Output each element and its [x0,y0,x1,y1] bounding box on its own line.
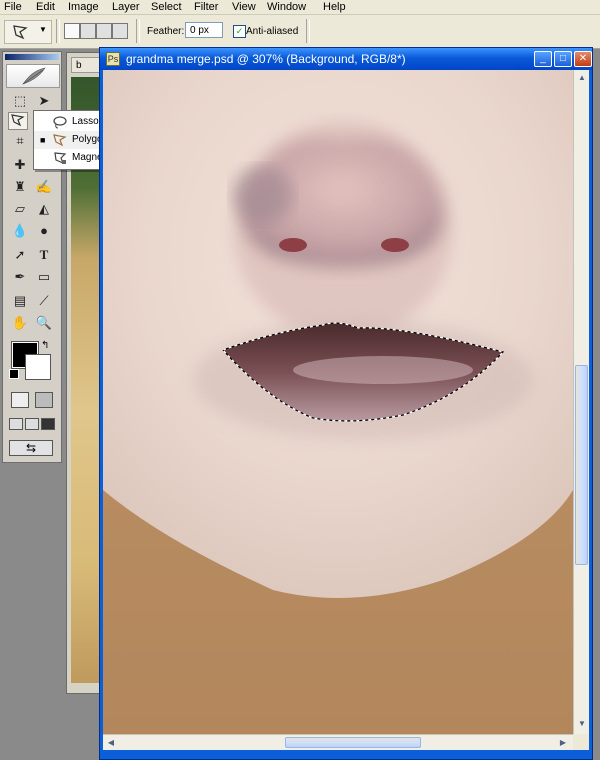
tool-preset-picker[interactable]: ▼ [4,20,52,44]
menu-help[interactable]: Help [321,0,348,14]
horizontal-scroll-thumb[interactable] [285,737,421,748]
selected-bullet-icon: ■ [40,135,46,145]
document-window: Ps grandma merge.psd @ 307% (Background,… [99,47,593,760]
document-title: grandma merge.psd @ 307% (Background, RG… [126,52,406,66]
marquee-tool-icon[interactable]: ⬚ [10,92,30,110]
menu-bar: File Edit Image Layer Select Filter View… [0,0,600,15]
add-selection-button[interactable] [80,23,96,39]
magnetic-lasso-icon [54,152,67,165]
quick-mask-button[interactable] [35,392,53,408]
zoom-tool-icon[interactable]: 🔍 [34,314,54,332]
background-color-swatch[interactable] [25,354,51,380]
menu-image[interactable]: Image [66,0,101,14]
new-selection-button[interactable] [64,23,80,39]
feather-input[interactable]: 0 px [185,22,223,38]
separator [136,19,140,43]
move-tool-icon[interactable]: ➤ [34,92,54,110]
polygonal-lasso-tool-icon[interactable] [8,112,28,130]
dodge-tool-icon[interactable]: ● [34,222,54,240]
path-selection-tool-icon[interactable]: ➚ [10,246,30,264]
menu-view[interactable]: View [230,0,258,14]
eyedropper-tool-icon[interactable]: ⟋ [34,292,54,310]
scroll-right-arrow-icon[interactable]: ▶ [557,737,569,749]
full-screen-menu-mode-button[interactable] [25,418,39,430]
lasso-icon [53,116,67,129]
eraser-tool-icon[interactable]: ▱ [10,200,30,218]
hand-tool-icon[interactable]: ✋ [10,314,30,332]
healing-brush-tool-icon[interactable]: ✚ [10,156,30,174]
crop-tool-icon[interactable]: ⌗ [10,132,30,150]
horizontal-scrollbar[interactable]: ◀ ▶ [103,734,573,750]
blur-tool-icon[interactable]: 💧 [10,222,30,240]
type-tool-icon[interactable]: T [34,246,54,264]
face-photo [103,70,573,734]
standard-mode-button[interactable] [11,392,29,408]
chevron-down-icon: ▼ [39,25,47,34]
clone-stamp-tool-icon[interactable]: ♜ [10,178,30,196]
full-screen-mode-button[interactable] [41,418,55,430]
intersect-selection-button[interactable] [112,23,128,39]
paint-bucket-tool-icon[interactable]: ◭ [34,200,54,218]
scroll-up-arrow-icon[interactable]: ▲ [576,72,588,84]
polygonal-lasso-icon [13,25,28,40]
options-bar: ▼ Feather: 0 px ✓ Anti-aliased [0,15,600,49]
minimize-button[interactable]: _ [534,51,552,67]
feather-label: Feather: [147,26,185,37]
toolbox-header[interactable] [5,54,59,60]
menu-window[interactable]: Window [265,0,308,14]
menu-filter[interactable]: Filter [192,0,220,14]
feather-icon [22,67,46,85]
polygonal-lasso-icon [53,134,67,147]
rectangle-tool-icon[interactable]: ▭ [34,268,54,286]
swap-colors-icon[interactable]: ↰ [41,340,49,351]
history-brush-tool-icon[interactable]: ✍ [34,178,54,196]
jump-to-imageready-button[interactable]: ⇆ [9,440,53,456]
scroll-down-arrow-icon[interactable]: ▼ [576,718,588,730]
background-document-tab[interactable]: b [71,57,101,73]
scroll-left-arrow-icon[interactable]: ◀ [105,737,117,749]
image-canvas[interactable] [103,70,573,734]
menu-layer[interactable]: Layer [110,0,142,14]
standard-screen-mode-button[interactable] [9,418,23,430]
default-colors-icon[interactable] [9,369,19,379]
vertical-scrollbar[interactable]: ▲ ▼ [573,70,589,734]
antialias-label: Anti-aliased [246,26,299,37]
vertical-scroll-thumb[interactable] [575,365,588,565]
notes-tool-icon[interactable]: ▤ [10,292,30,310]
close-button[interactable]: ✕ [574,51,592,67]
pen-tool-icon[interactable]: ✒ [10,268,30,286]
menu-select[interactable]: Select [149,0,184,14]
menu-file[interactable]: File [2,0,24,14]
document-titlebar[interactable]: Ps grandma merge.psd @ 307% (Background,… [100,48,592,70]
resize-grip[interactable] [573,734,589,750]
feather-logo[interactable] [6,64,60,88]
menu-edit[interactable]: Edit [34,0,57,14]
separator [306,19,310,43]
antialias-checkbox[interactable]: ✓ [233,25,246,38]
subtract-selection-button[interactable] [96,23,112,39]
separator [56,19,60,43]
maximize-button[interactable]: □ [554,51,572,67]
photoshop-document-icon: Ps [106,52,120,66]
